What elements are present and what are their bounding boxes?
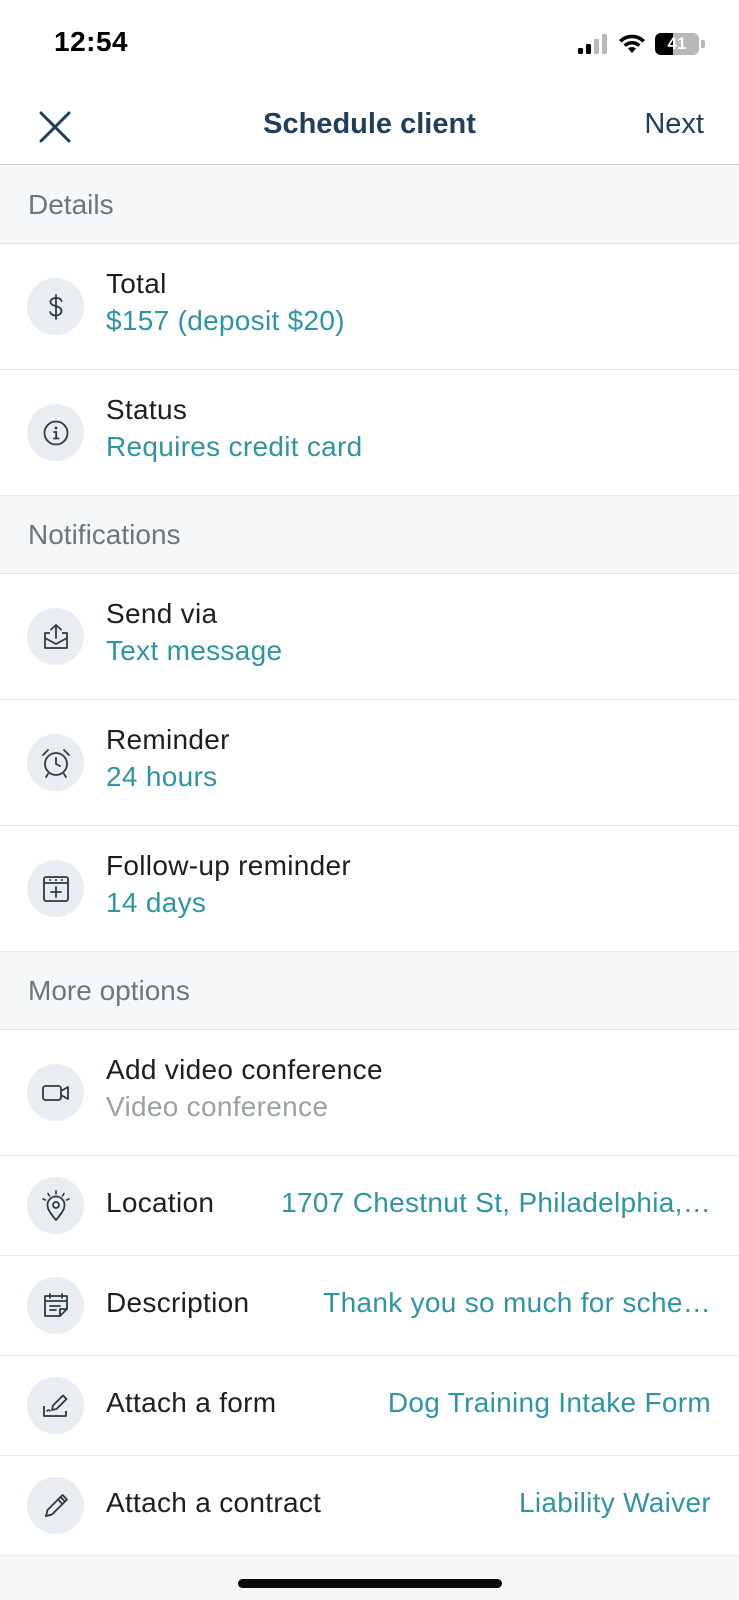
outbox-icon xyxy=(27,608,84,665)
page-title: Schedule client xyxy=(263,108,476,140)
status-row[interactable]: Status Requires credit card xyxy=(0,370,739,496)
battery-level: 41 xyxy=(667,34,687,53)
video-conference-label: Add video conference xyxy=(106,1054,383,1085)
status-label: Status xyxy=(106,394,188,425)
follow-up-value: 14 days xyxy=(106,887,207,918)
description-row[interactable]: Description Thank you so much for sche… xyxy=(0,1256,739,1356)
section-header-details: Details xyxy=(0,166,739,244)
info-icon xyxy=(27,404,84,461)
total-label: Total xyxy=(106,268,167,299)
video-camera-icon xyxy=(27,1064,84,1121)
cellular-signal-icon xyxy=(577,33,609,55)
attach-form-row[interactable]: Attach a form Dog Training Intake Form xyxy=(0,1356,739,1456)
wifi-icon xyxy=(617,33,647,55)
location-value: 1707 Chestnut St, Philadelphia,… xyxy=(281,1187,711,1218)
attach-contract-value: Liability Waiver xyxy=(518,1487,711,1518)
home-indicator[interactable] xyxy=(238,1579,502,1588)
pen-icon xyxy=(27,1477,84,1534)
description-label: Description xyxy=(106,1287,250,1318)
dollar-icon xyxy=(27,278,84,335)
reminder-row[interactable]: Reminder 24 hours xyxy=(0,700,739,826)
schedule-form: Details Total $157 (deposit $20) Status … xyxy=(0,166,739,1600)
follow-up-reminder-row[interactable]: Follow-up reminder 14 days xyxy=(0,826,739,952)
send-via-value: Text message xyxy=(106,635,283,666)
status-icons: 41 xyxy=(577,30,705,58)
battery-cap xyxy=(701,40,705,48)
attach-contract-row[interactable]: Attach a contract Liability Waiver xyxy=(0,1456,739,1556)
status-time: 12:54 xyxy=(54,26,129,57)
next-button[interactable]: Next xyxy=(644,108,704,141)
reminder-label: Reminder xyxy=(106,724,230,755)
attach-form-value: Dog Training Intake Form xyxy=(387,1387,711,1418)
form-edit-icon xyxy=(27,1377,84,1434)
footer-area xyxy=(0,1556,739,1600)
nav-bar: Schedule client Next xyxy=(0,88,739,165)
battery-icon: 41 xyxy=(655,33,699,55)
location-label: Location xyxy=(106,1187,215,1218)
location-row[interactable]: Location 1707 Chestnut St, Philadelphia,… xyxy=(0,1156,739,1256)
attach-form-label: Attach a form xyxy=(106,1387,277,1418)
total-value: $157 (deposit $20) xyxy=(106,305,345,336)
send-via-row[interactable]: Send via Text message xyxy=(0,574,739,700)
calendar-add-icon xyxy=(27,860,84,917)
status-value: Requires credit card xyxy=(106,431,363,462)
location-pin-icon xyxy=(27,1177,84,1234)
send-via-label: Send via xyxy=(106,598,218,629)
follow-up-label: Follow-up reminder xyxy=(106,850,352,881)
note-icon xyxy=(27,1277,84,1334)
total-row[interactable]: Total $157 (deposit $20) xyxy=(0,244,739,370)
reminder-value: 24 hours xyxy=(106,761,218,792)
description-value: Thank you so much for sche… xyxy=(323,1287,711,1318)
section-header-notifications: Notifications xyxy=(0,496,739,574)
status-bar: 12:54 41 xyxy=(0,0,739,88)
video-conference-row[interactable]: Add video conference Video conference xyxy=(0,1030,739,1156)
section-header-more-options: More options xyxy=(0,952,739,1030)
video-conference-value: Video conference xyxy=(106,1091,329,1122)
alarm-clock-icon xyxy=(27,734,84,791)
attach-contract-label: Attach a contract xyxy=(106,1487,322,1518)
